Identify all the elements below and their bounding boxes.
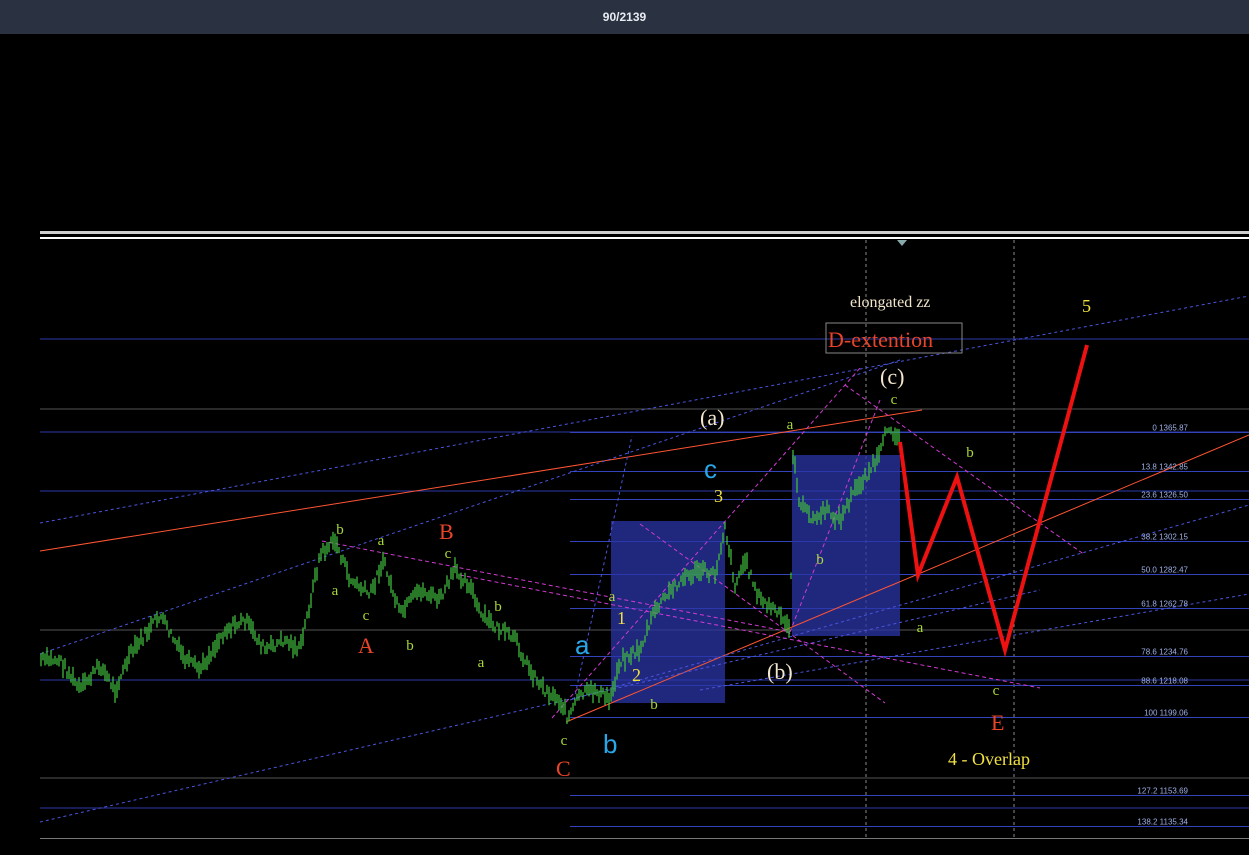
projection-path bbox=[898, 344, 1089, 658]
top-bar: 90/2139 bbox=[0, 0, 1249, 34]
fib-label-61.8: 61.8 1262.78 bbox=[1141, 600, 1188, 609]
label-wave-b-paren: (b) bbox=[767, 659, 793, 684]
subwave-label: c bbox=[363, 608, 370, 624]
fib-label-100: 100 1199.06 bbox=[1144, 709, 1188, 718]
wave-box-2 bbox=[792, 455, 900, 636]
price-chart: 0 1365.87 13.8 1342.85 23.6 1326.50 38.2 13… bbox=[39, 231, 1249, 839]
label-wave-5: 5 bbox=[1082, 296, 1091, 316]
subwave-label: c bbox=[993, 683, 1000, 699]
subwave-label: a bbox=[332, 583, 339, 599]
label-wave-C: C bbox=[556, 756, 571, 781]
label-overlap: 4 - Overlap bbox=[948, 749, 1030, 769]
subwave-label: b bbox=[406, 638, 414, 654]
subwave-label: c bbox=[445, 546, 452, 562]
fib-label-78.6: 78.6 1234.76 bbox=[1141, 648, 1188, 657]
label-wave-c-paren: (c) bbox=[880, 364, 904, 389]
label-wave-B: B bbox=[439, 519, 454, 544]
label-wave-E: E bbox=[991, 710, 1004, 735]
dotted-channel-3 bbox=[39, 589, 1041, 823]
label-blue-b: b bbox=[603, 729, 617, 759]
fib-label-23.6: 23.6 1326.50 bbox=[1141, 491, 1188, 500]
image-counter: 90/2139 bbox=[602, 10, 647, 24]
label-blue-a: a bbox=[575, 630, 590, 660]
fib-label-138.2: 138.2 1135.34 bbox=[1137, 818, 1188, 827]
fib-label-88.6: 88.6 1218.08 bbox=[1141, 677, 1188, 686]
label-wave-2: 2 bbox=[632, 665, 641, 685]
panel-top-border bbox=[40, 231, 1249, 234]
subwave-label: c bbox=[891, 392, 898, 408]
subwave-label: a bbox=[787, 417, 794, 433]
wave-box-1 bbox=[611, 521, 725, 703]
subwave-label: a bbox=[609, 589, 616, 605]
subwave-label: b bbox=[336, 522, 344, 538]
fib-label-38.2: 38.2 1302.15 bbox=[1141, 533, 1188, 542]
subwave-label: b bbox=[966, 445, 974, 461]
current-bar-marker bbox=[897, 240, 907, 246]
panel-bottom-border bbox=[40, 838, 1249, 839]
subwave-label: c bbox=[561, 733, 568, 749]
fib-label-13.8: 13.8 1342.85 bbox=[1141, 463, 1188, 472]
label-d-extention: D-extention bbox=[828, 327, 933, 352]
fib-label-0: 0 1365.87 bbox=[1152, 424, 1188, 433]
subwave-label: a bbox=[917, 620, 924, 636]
fib-label-127.2: 127.2 1153.69 bbox=[1137, 787, 1188, 796]
magenta-line-2 bbox=[459, 574, 1041, 689]
label-wave-1: 1 bbox=[617, 608, 626, 628]
label-blue-c: c bbox=[704, 454, 717, 484]
label-wave-3: 3 bbox=[714, 486, 723, 506]
subwave-label: a bbox=[478, 655, 485, 671]
subwave-label: b bbox=[650, 697, 658, 713]
label-elongated: elongated zz bbox=[850, 294, 930, 311]
fib-labels: 0 1365.87 13.8 1342.85 23.6 1326.50 38.2 13… bbox=[1137, 424, 1188, 827]
label-wave-A: A bbox=[358, 633, 374, 658]
subwave-label: b bbox=[816, 552, 824, 568]
subwave-label: a bbox=[378, 533, 385, 549]
fib-label-50.0: 50.0 1282.47 bbox=[1141, 566, 1188, 575]
panel-top-border-2 bbox=[40, 237, 1249, 239]
subwave-label: b bbox=[494, 599, 502, 615]
label-wave-a-paren: (a) bbox=[700, 405, 724, 430]
